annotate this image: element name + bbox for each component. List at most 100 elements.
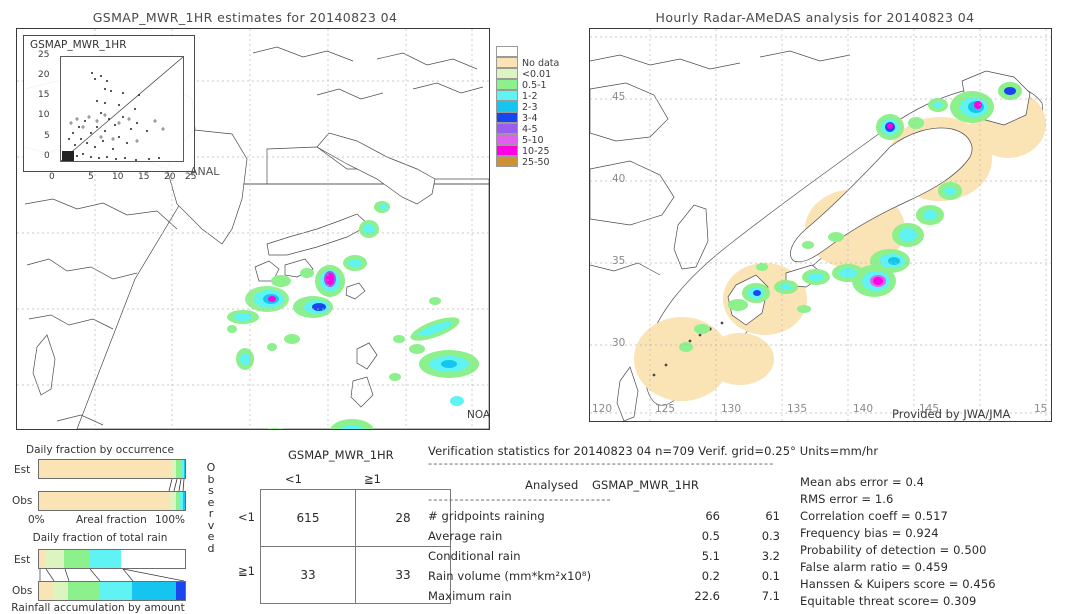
stats-row-label-4: Maximum rain (428, 589, 512, 603)
scatter-ytick-5: 5 (44, 131, 50, 141)
amt-est-seg-1-2 (88, 550, 121, 568)
left-panel-title: GSMAP_MWR_1HR estimates for 20140823 04 (92, 10, 398, 25)
amt-est-seg-lt001 (44, 550, 64, 568)
stats-row-analysed-2: 5.1 (701, 549, 720, 563)
scatter-xtick-10: 10 (112, 172, 124, 182)
occ-est-seg-nodata (39, 460, 172, 478)
scatter-ytick-0: 0 (44, 151, 50, 161)
stats-row-model-1: 0.3 (761, 529, 780, 543)
cell-hit-lt1-lt1: 615 (260, 489, 356, 547)
scatter-xtick-0: 0 (49, 172, 55, 182)
legend-label-10-25: 10-25 (522, 146, 550, 157)
score-correlation: Correlation coeff = 0.517 (800, 509, 948, 523)
legend-label-05-1: 0.5-1 (522, 80, 547, 91)
amt-obs-seg-1-2 (100, 582, 133, 600)
amount-est-label: Est (14, 554, 31, 566)
stats-row-analysed-3: 0.2 (701, 569, 720, 583)
legend-swatch-05-1 (496, 79, 518, 90)
stats-row-model-2: 3.2 (761, 549, 780, 563)
occurrence-axis-right: 100% (155, 514, 186, 526)
occurrence-chart-title: Daily fraction by occurrence (26, 444, 174, 456)
occurrence-axis-left: 0% (28, 514, 45, 526)
right-map-xtick-125: 125 (655, 403, 676, 415)
stats-row-label-0: # gridpoints raining (428, 509, 545, 523)
amt-obs-seg-3-4 (176, 582, 185, 600)
contingency-table: 615 28 33 33 (260, 489, 451, 604)
right-map-ytick-30: 30 (612, 337, 626, 349)
score-rms-error: RMS error = 1.6 (800, 492, 894, 506)
table-row: 615 28 (260, 489, 451, 547)
amount-est-bar (38, 549, 186, 569)
legend-swatch-0 (496, 46, 518, 57)
amount-obs-bar (38, 581, 186, 601)
legend-label-3-4: 3-4 (522, 113, 538, 124)
right-map-graphics (590, 29, 1051, 421)
occ-obs-seg-2-3 (182, 492, 185, 510)
amt-obs-seg-nodata (39, 582, 54, 600)
satellite-source-note: NOAA-19/AMSU-A/M (467, 409, 490, 421)
occ-est-seg-2-3 (183, 460, 185, 478)
scatter-xtick-20: 20 (164, 172, 176, 182)
amount-connectors (39, 569, 185, 581)
legend-label-4-5: 4-5 (522, 124, 538, 135)
right-map-xtick-135: 135 (787, 403, 808, 415)
stats-row-analysed-0: 66 (705, 509, 720, 523)
score-hanssen-kuipers: Hanssen & Kuipers score = 0.456 (800, 577, 996, 591)
scatter-ytick-20: 20 (38, 70, 50, 80)
score-pod: Probability of detection = 0.500 (800, 543, 987, 557)
stats-row-label-1: Average rain (428, 529, 503, 543)
legend-swatch-2-3 (496, 101, 518, 112)
stats-rule-2: ----------------------------------- (428, 492, 612, 506)
stats-rule-1: ----------------------------------------… (428, 456, 775, 470)
amt-obs-seg-2-3 (132, 582, 177, 600)
score-far: False alarm ratio = 0.459 (800, 560, 949, 574)
amount-chart-title: Daily fraction of total rain (32, 532, 168, 544)
right-map-xtick-140: 140 (853, 403, 874, 415)
score-frequency-bias: Frequency bias = 0.924 (800, 526, 939, 540)
scatter-xtick-15: 15 (138, 172, 150, 182)
right-map-ytick-45: 45 (612, 91, 626, 103)
legend-label-5-10: 5-10 (522, 135, 544, 146)
contingency-col-lt1: <1 (285, 472, 302, 486)
stats-col-analysed: Analysed (525, 478, 579, 492)
stats-col-model: GSMAP_MWR_1HR (592, 478, 699, 492)
legend-swatch-25-50 (496, 156, 518, 167)
stats-row-model-0: 61 (765, 509, 780, 523)
legend-swatch-nodata (496, 57, 518, 68)
score-ets: Equitable threat score= 0.309 (800, 594, 977, 608)
right-map-xtick-130: 130 (721, 403, 742, 415)
amt-est-seg-05-1 (63, 550, 89, 568)
contingency-header: GSMAP_MWR_1HR (288, 448, 394, 462)
legend-swatch-10-25 (496, 145, 518, 156)
scatter-inset: GSMAP_MWR_1HR 25 20 15 10 5 0 (23, 35, 195, 172)
occurrence-obs-label: Obs (12, 495, 33, 507)
stats-row-label-3: Rain volume (mm*km²x10⁸) (428, 569, 592, 583)
occurrence-est-label: Est (14, 464, 31, 476)
scatter-xtick-5: 5 (88, 172, 94, 182)
occurrence-connectors (168, 479, 185, 491)
legend-label-2-3: 2-3 (522, 102, 538, 113)
right-panel-title: Hourly Radar-AMeDAS analysis for 2014082… (655, 10, 975, 25)
occ-obs-seg-nodata (39, 492, 171, 510)
cell-ge1-lt1: 33 (260, 546, 356, 604)
stats-row-analysed-4: 22.6 (694, 589, 720, 603)
legend-swatch-4-5 (496, 123, 518, 134)
stats-row-model-4: 7.1 (761, 589, 780, 603)
legend-label-25-50: 25-50 (522, 157, 550, 168)
occurrence-axis-center: Areal fraction (76, 514, 147, 526)
radar-amedas-map[interactable]: 45 40 35 30 120 125 130 135 140 145 15 P… (589, 28, 1052, 422)
legend-swatch-lt001 (496, 68, 518, 79)
occurrence-obs-bar (38, 491, 186, 511)
gsmap-estimate-map[interactable]: GSMAP_MWR_1HR 25 20 15 10 5 0 0 5 10 15 … (16, 28, 490, 430)
scatter-ytick-25: 25 (38, 50, 50, 60)
scatter-points (61, 57, 183, 161)
contingency-row-lt1: <1 (238, 510, 255, 524)
legend-swatch-5-10 (496, 134, 518, 145)
right-map-ytick-40: 40 (612, 173, 626, 185)
legend-label-1-2: 1-2 (522, 91, 538, 102)
stats-row-label-2: Conditional rain (428, 549, 521, 563)
right-map-xtick-150: 15 (1034, 403, 1048, 415)
amt-obs-seg-lt001 (53, 582, 69, 600)
legend-swatch-1-2 (496, 90, 518, 101)
table-row: 33 33 (260, 546, 451, 604)
